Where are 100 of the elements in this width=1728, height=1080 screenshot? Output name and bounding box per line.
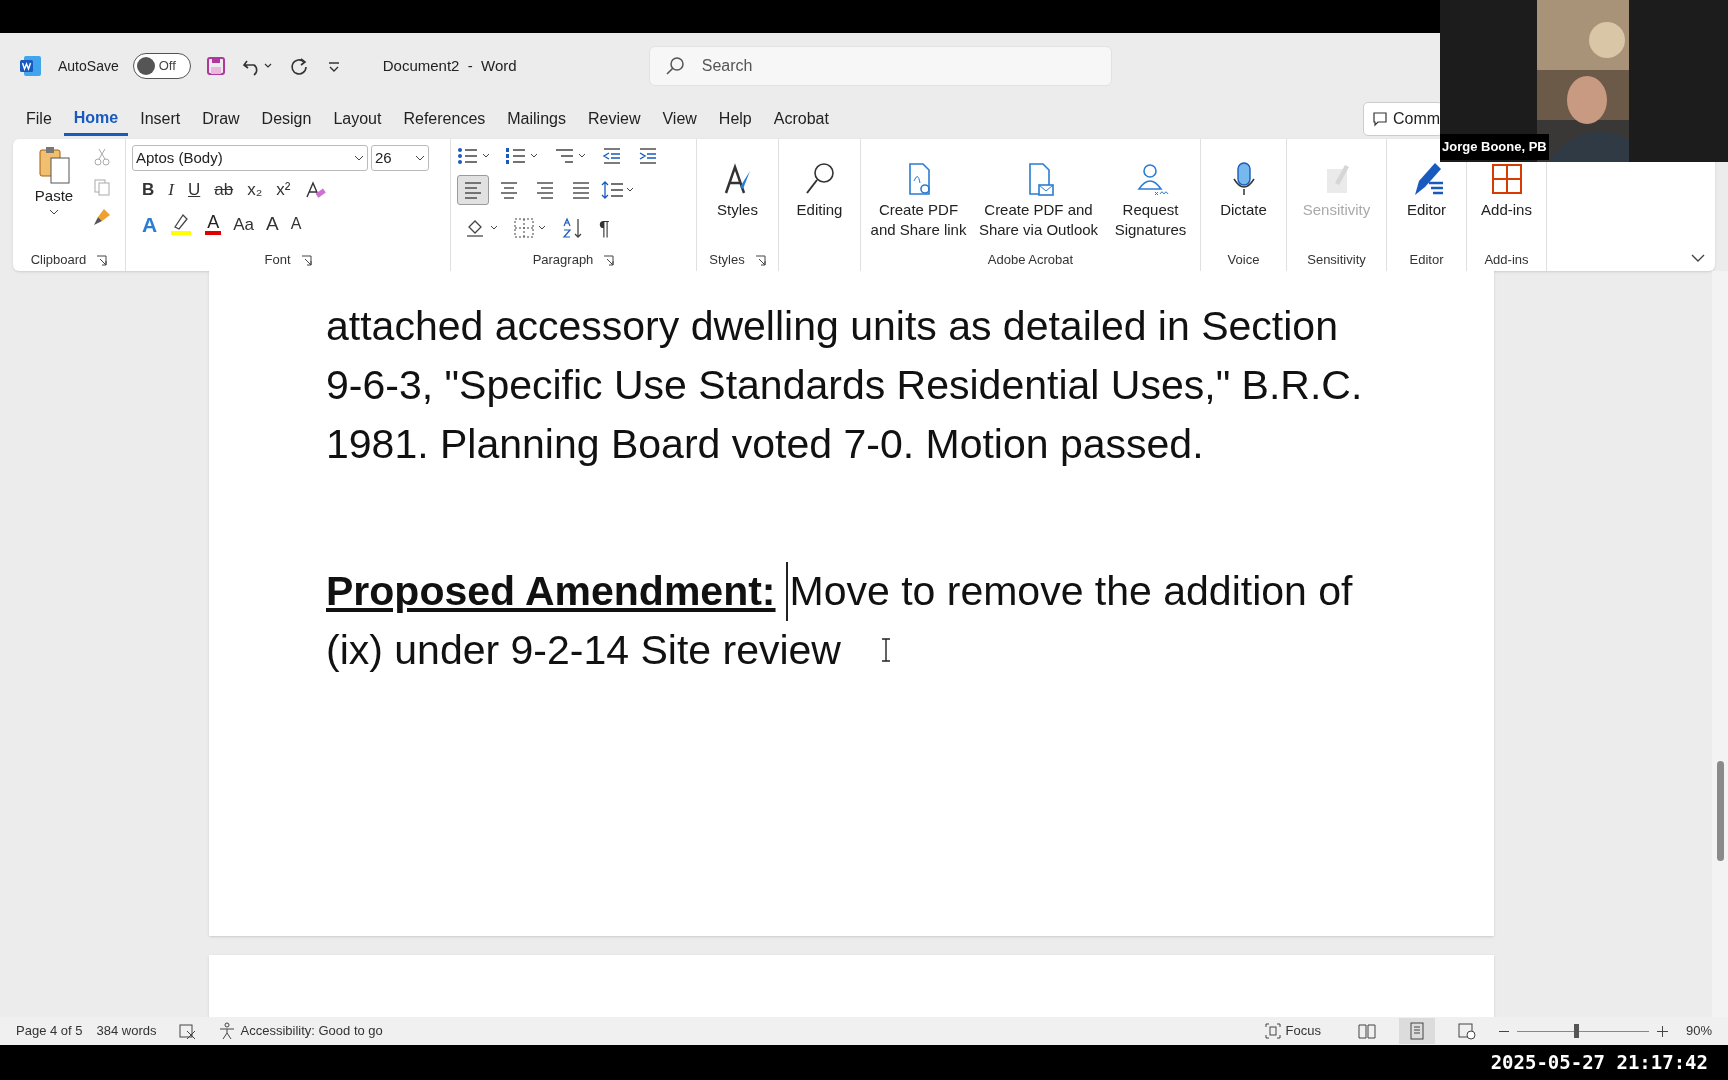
word-logo-icon [20, 55, 42, 77]
read-mode-icon [1356, 1022, 1377, 1040]
group-label: Editor [1409, 251, 1444, 270]
autosave-toggle[interactable]: Off [132, 53, 191, 79]
grow-font-button[interactable]: A [266, 210, 279, 239]
format-painter-icon [92, 207, 112, 227]
change-case-button[interactable]: Aa [233, 211, 254, 237]
collapse-ribbon-icon[interactable] [1691, 253, 1705, 263]
caret-icon [415, 154, 425, 162]
align-lines-icon [534, 179, 556, 201]
group-label: Paragraph [532, 251, 594, 270]
align-lines-icon [462, 179, 484, 201]
word-count[interactable]: 384 words [96, 1021, 157, 1041]
group-label: Voice [1227, 251, 1260, 270]
font-name-field[interactable]: Aptos (Body) [132, 145, 368, 171]
chevron-icon [1691, 253, 1705, 263]
caret-icon [354, 154, 364, 162]
web-layout-icon [1456, 1022, 1477, 1040]
person-icon [218, 1022, 237, 1040]
print-layout-button[interactable] [1398, 1018, 1435, 1044]
accessibility-button[interactable]: Accessibility: Good to go [218, 1021, 383, 1041]
align-lines-icon [570, 179, 592, 201]
numbering-icon [505, 145, 539, 167]
copy-icon [92, 177, 112, 197]
menu-tab[interactable]: Draw [192, 102, 250, 136]
highlighter-icon [169, 213, 194, 236]
menu-tab[interactable]: Home [63, 102, 129, 136]
ribbon-button[interactable]: Styles [699, 161, 776, 220]
document-text-line: Move to remove the addition of [785, 562, 1353, 621]
group-label: Adobe Acrobat [987, 251, 1074, 270]
comment-icon [1372, 111, 1388, 127]
timestamp: 2025-05-27 21:17:42 [1490, 1051, 1708, 1073]
text-effects-button[interactable]: A [142, 208, 158, 240]
page-icon [1408, 1022, 1425, 1040]
menu-tab[interactable]: Layout [323, 102, 392, 136]
dialog-launcher-icon [300, 254, 312, 266]
ribbon-button[interactable]: Editor [1389, 161, 1464, 220]
proofing-icon [178, 1022, 197, 1040]
autosave-label: AutoSave [58, 56, 119, 76]
zoom-in-icon [1656, 1025, 1668, 1037]
ribbon-button[interactable]: Add-ins [1468, 161, 1545, 220]
document-text-line: attached accessory dwelling units as detailed in Section [326, 302, 1338, 351]
zoom-slider[interactable] [1516, 1023, 1649, 1039]
ribbon-button[interactable]: Editing [781, 161, 858, 271]
clipboard-icon [37, 145, 71, 185]
zoom-thumb[interactable] [1574, 1024, 1580, 1038]
font-color-button[interactable]: A [205, 213, 222, 236]
clear-formatting-icon [304, 179, 327, 200]
focus-button[interactable]: Focus [1263, 1021, 1321, 1041]
document-title: Document2 - Word [382, 55, 518, 76]
dialog-launcher-icon [96, 254, 108, 266]
underline-button[interactable]: U [187, 177, 201, 203]
menu-tab[interactable]: File [16, 102, 62, 136]
search-field[interactable]: Search [648, 46, 1112, 86]
decrease-indent-icon [601, 145, 623, 167]
save-icon[interactable] [204, 55, 227, 77]
menu-tab[interactable]: Review [577, 102, 651, 136]
focus-icon [1263, 1022, 1282, 1040]
shrink-font-button[interactable]: A [290, 212, 302, 237]
ribbon-button[interactable]: Request Signatures [1102, 161, 1199, 240]
scrollbar[interactable] [1712, 271, 1728, 1017]
line-spacing-icon [601, 179, 635, 201]
align-left-button[interactable] [457, 175, 489, 205]
cut-icon [92, 147, 112, 167]
menu-tab[interactable]: Mailings [497, 102, 576, 136]
document-text-line: 1981. Planning Board voted 7-0. Motion passed. [326, 420, 1204, 469]
borders-icon [513, 217, 547, 239]
page-indicator[interactable]: Page 4 of 5 [16, 1021, 83, 1041]
document-text-line: (ix) under 9-2-14 Site review [326, 626, 841, 675]
superscript-button[interactable]: x² [276, 177, 291, 203]
bullets-icon [457, 145, 491, 167]
document-text-line: 9-6-3, "Specific Use Standards Residential Uses," B.R.C. [326, 361, 1363, 410]
subscript-button[interactable]: x₂ [247, 177, 263, 203]
menu-tab[interactable]: View [652, 102, 707, 136]
group-label: Styles [709, 251, 745, 270]
ribbon-button[interactable]: Dictate [1203, 161, 1284, 220]
menu-tab[interactable]: Insert [130, 102, 191, 136]
menu-tab[interactable]: Design [251, 102, 322, 136]
menu-tab[interactable]: Help [708, 102, 762, 136]
menu-tab[interactable]: Acrobat [763, 102, 839, 136]
paste-button[interactable]: Paste [26, 145, 82, 216]
group-label: Clipboard [30, 251, 87, 270]
font-size-field[interactable]: 26 [371, 145, 429, 171]
italic-button[interactable]: I [168, 177, 174, 203]
show-formatting-button[interactable]: ¶ [599, 213, 610, 243]
group-label: Add-ins [1484, 251, 1529, 270]
ribbon-button[interactable]: Create PDF and Share link [862, 161, 975, 240]
dialog-launcher-icon [754, 254, 766, 266]
amendment-heading: Proposed Amendment: [326, 567, 776, 616]
ribbon-button[interactable]: Create PDF and Share via Outlook [974, 161, 1103, 240]
bold-button[interactable]: B [142, 177, 155, 203]
dialog-launcher-icon [603, 254, 615, 266]
group-label: Sensitivity [1307, 251, 1366, 270]
menu-tab[interactable]: References [393, 102, 496, 136]
strikethrough-button[interactable]: ab [214, 177, 234, 203]
comments-button[interactable]: Comm [1363, 102, 1443, 136]
align-lines-icon [498, 179, 520, 201]
zoom-level[interactable]: 90% [1685, 1021, 1712, 1041]
text-cursor-icon [880, 638, 892, 662]
group-label: Font [264, 251, 291, 270]
